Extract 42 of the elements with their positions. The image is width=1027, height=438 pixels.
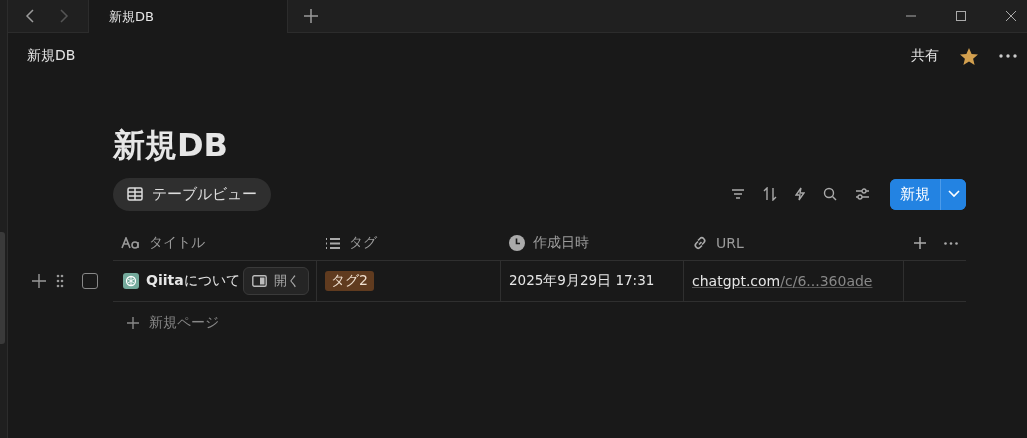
sort-icon[interactable] — [763, 187, 777, 201]
column-header[interactable]: タイトル — [149, 234, 205, 252]
view-tab[interactable]: テーブルビュー — [113, 177, 271, 211]
add-icon[interactable] — [32, 274, 46, 288]
drag-handle-icon[interactable] — [56, 274, 64, 288]
scrollbar[interactable] — [0, 232, 5, 344]
clock-icon — [509, 235, 525, 251]
chevron-down-icon — [947, 190, 960, 198]
more-icon[interactable] — [944, 241, 958, 245]
column-header[interactable]: タグ — [349, 234, 377, 252]
column-header[interactable]: URL — [716, 235, 744, 251]
breadcrumb[interactable]: 新規DB — [27, 47, 76, 65]
date-cell: 2025年9月29日 17:31 — [509, 272, 655, 290]
filter-icon[interactable] — [731, 188, 745, 200]
page-icon — [123, 273, 139, 289]
close-icon[interactable] — [1005, 10, 1017, 22]
back-icon[interactable] — [24, 8, 36, 24]
text-type-icon — [121, 237, 141, 249]
column-header[interactable]: 作成日時 — [533, 234, 589, 252]
new-tab-icon[interactable] — [303, 8, 319, 24]
settings-icon[interactable] — [855, 188, 870, 200]
star-icon[interactable] — [959, 46, 979, 66]
side-peek-icon — [251, 275, 267, 287]
new-page-button[interactable]: 新規ページ — [113, 302, 225, 344]
plus-icon — [127, 317, 139, 329]
page-title-cell[interactable]: Qiitaについて — [146, 272, 240, 290]
search-icon[interactable] — [823, 187, 837, 201]
browser-tab[interactable]: 新規DB — [88, 0, 288, 33]
table-icon — [127, 187, 143, 201]
tag-chip[interactable]: タグ2 — [325, 271, 374, 291]
url-link[interactable]: chatgpt.com/c/6...360ade — [692, 273, 873, 289]
page-title: 新規DB — [113, 125, 229, 165]
link-icon — [692, 235, 708, 251]
row-checkbox[interactable] — [82, 273, 98, 289]
maximize-icon[interactable] — [955, 10, 967, 22]
dropdown-button[interactable] — [940, 178, 966, 210]
share-link[interactable]: 共有 — [911, 47, 939, 65]
lightning-icon[interactable] — [795, 187, 805, 201]
open-button[interactable]: 開く — [242, 267, 309, 295]
add-column-icon[interactable] — [914, 237, 926, 249]
more-icon[interactable] — [999, 54, 1017, 58]
list-icon — [325, 236, 341, 250]
